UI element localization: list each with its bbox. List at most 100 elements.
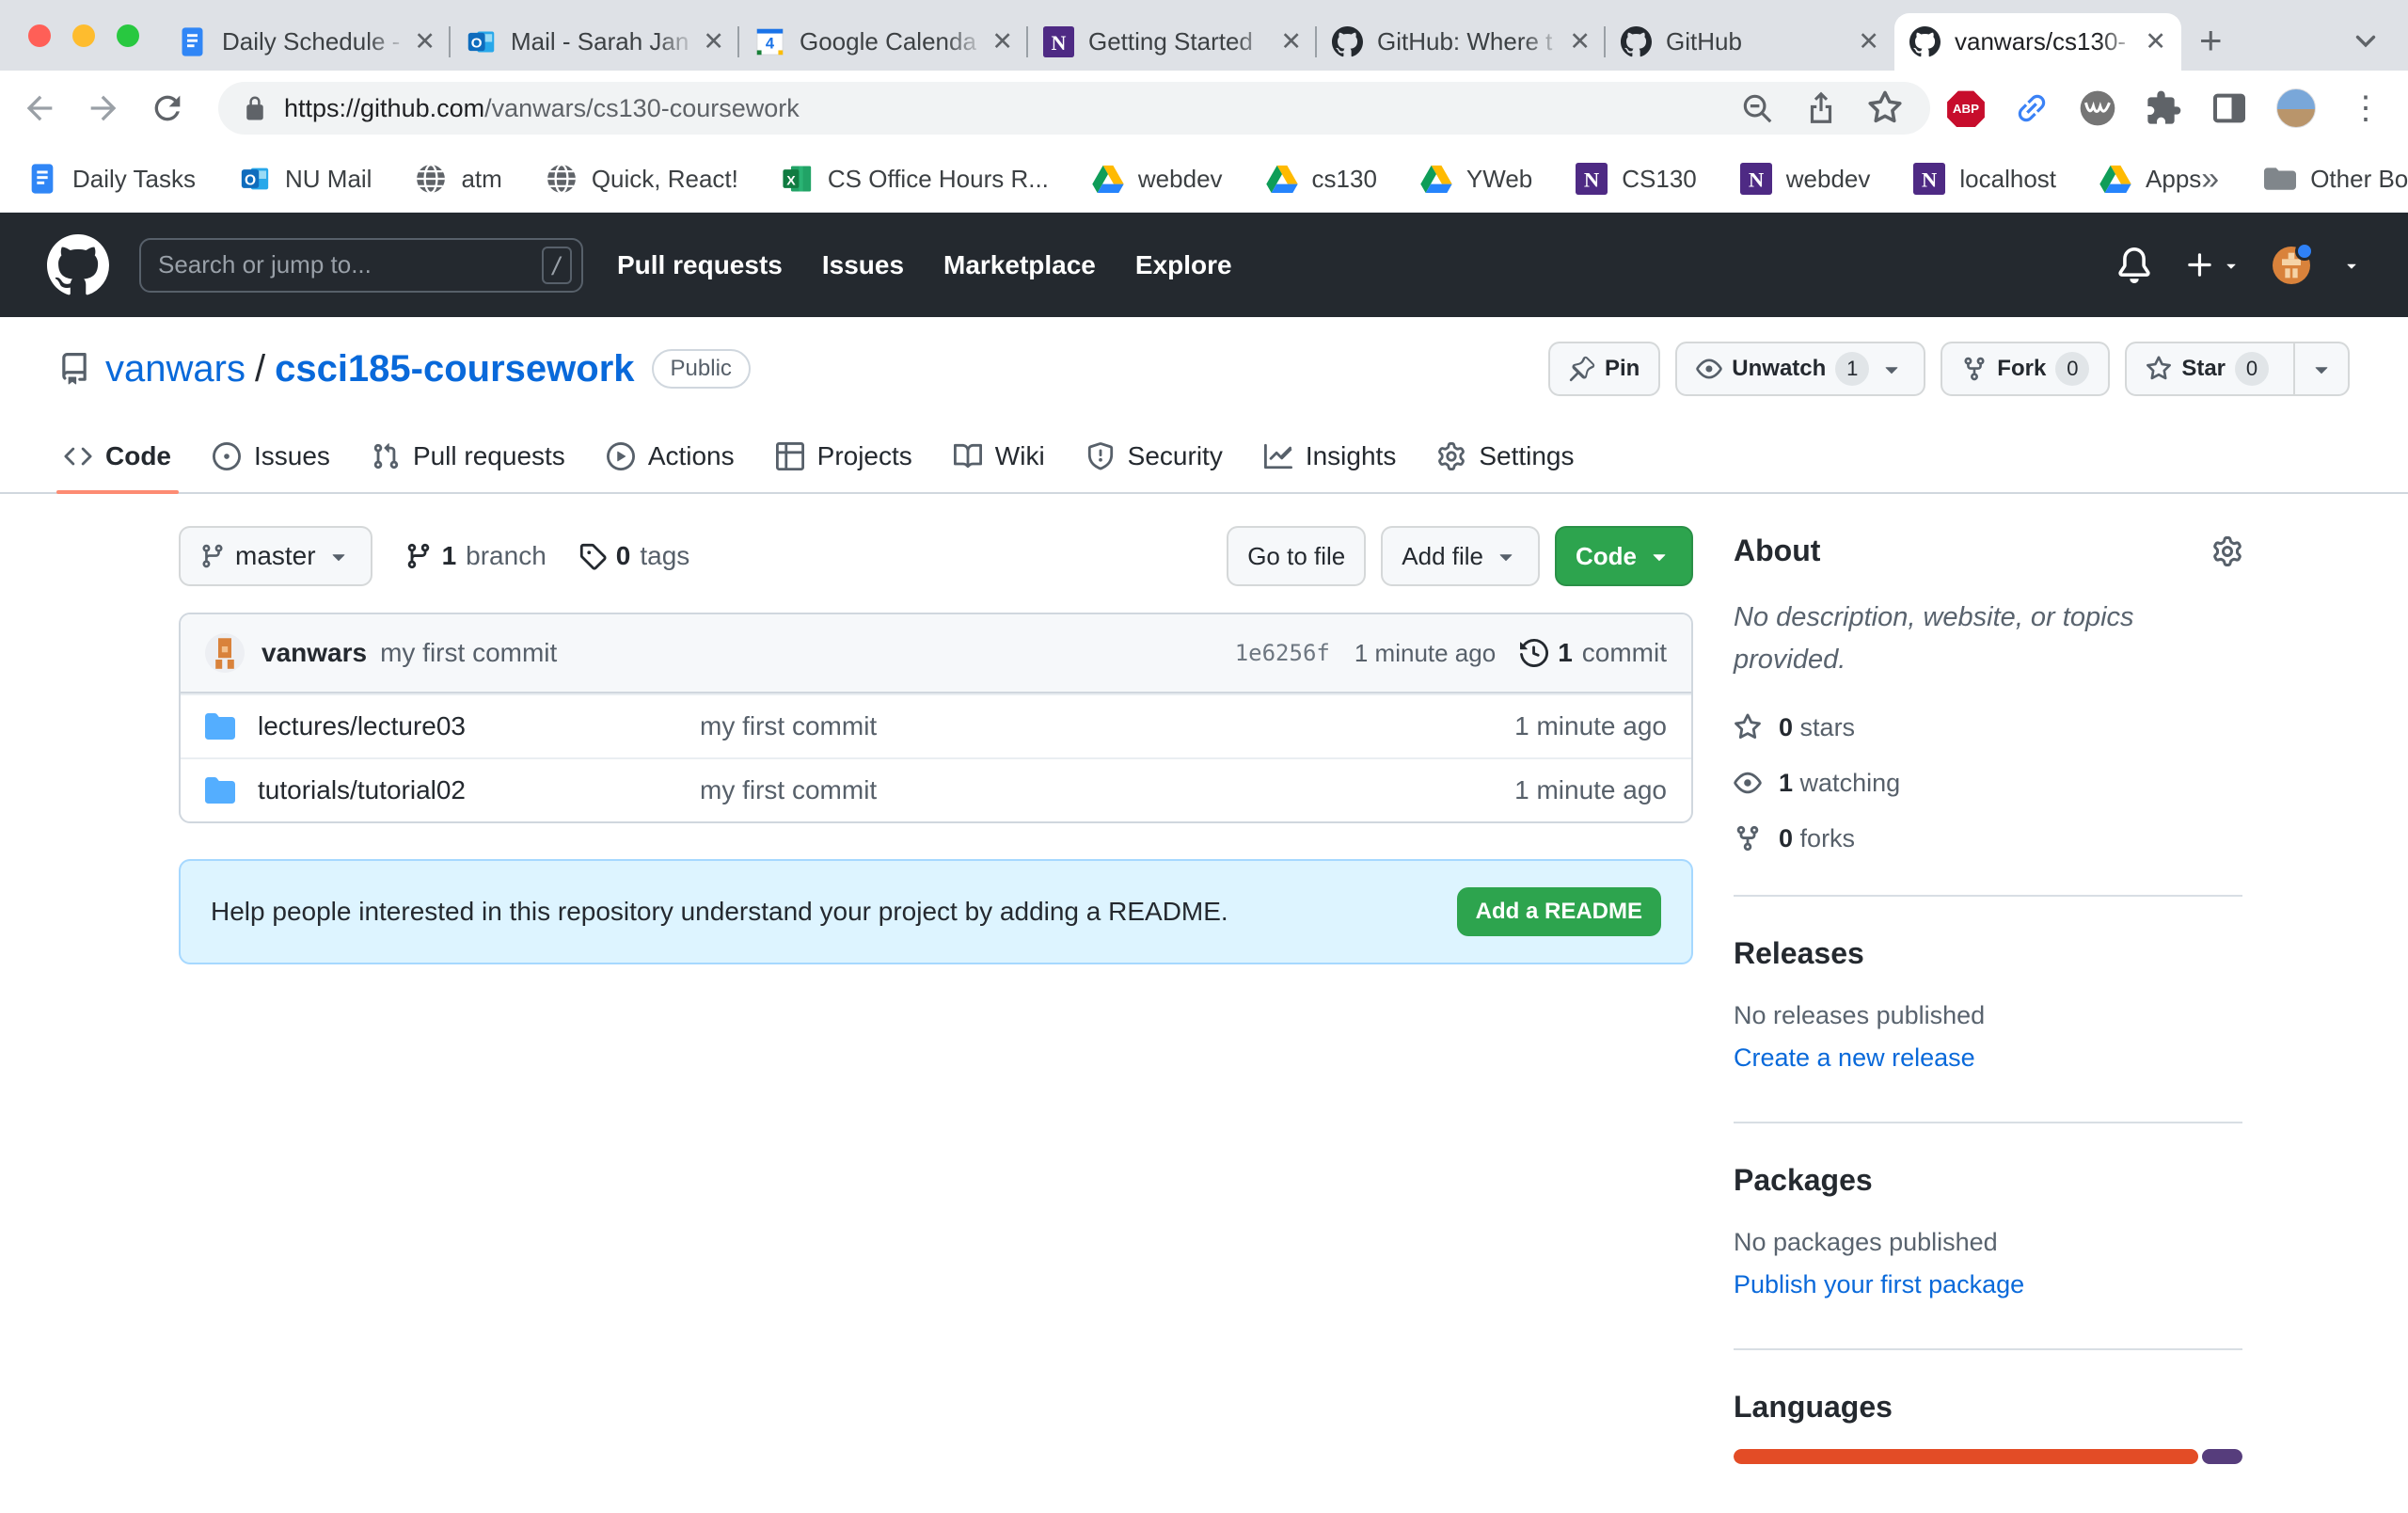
bookmark-quick-react[interactable]: Quick, React! [546,163,738,195]
tab-actions[interactable]: Actions [586,421,755,492]
bookmark-cs-office-hours[interactable]: XCS Office Hours R... [782,163,1049,195]
table-row[interactable]: lectures/lecture03 my first commit 1 min… [181,693,1691,757]
close-tab-icon[interactable]: ✕ [991,27,1013,56]
browser-tab-getting-started[interactable]: N Getting Started ✕ [1028,13,1317,71]
browser-tab-calendar[interactable]: 4 Google Calenda ✕ [739,13,1028,71]
browser-tab-daily-schedule[interactable]: Daily Schedule - ✕ [162,13,451,71]
fork-button[interactable]: Fork 0 [1941,342,2110,396]
minimize-window-button[interactable] [72,24,95,47]
tab-code[interactable]: Code [43,421,192,492]
browser-tab-mail[interactable]: O Mail - Sarah Jan ✕ [451,13,739,71]
commit-sha-link[interactable]: 1e6256f [1235,640,1330,666]
repo-owner-link[interactable]: vanwars [105,348,246,390]
close-tab-icon[interactable]: ✕ [1280,27,1302,56]
bookmark-cs130-drive[interactable]: cs130 [1266,163,1377,195]
bookmark-star-icon[interactable] [1867,90,1903,126]
gear-icon[interactable] [2212,536,2242,566]
add-file-button[interactable]: Add file [1381,526,1540,586]
stars-stat-link[interactable]: 0 stars [1734,713,2242,742]
browser-tab-github[interactable]: GitHub ✕ [1606,13,1894,71]
zoom-out-icon[interactable] [1739,90,1775,126]
notifications-bell-icon[interactable] [2116,247,2152,283]
commit-history-link[interactable]: 1 commit [1520,638,1667,668]
close-tab-icon[interactable]: ✕ [1858,27,1879,56]
nav-pull-requests[interactable]: Pull requests [617,250,783,280]
nav-issues[interactable]: Issues [822,250,904,280]
go-to-file-button[interactable]: Go to file [1227,526,1366,586]
forward-icon[interactable] [85,89,122,127]
link-extension-icon[interactable] [2013,89,2051,127]
github-search-input[interactable]: Search or jump to... / [139,238,583,293]
sidebar-panel-icon[interactable] [2210,89,2248,127]
tab-wiki[interactable]: Wiki [933,421,1066,492]
create-release-link[interactable]: Create a new release [1734,1043,2242,1073]
close-tab-icon[interactable]: ✕ [414,27,436,56]
add-readme-button[interactable]: Add a README [1457,887,1661,936]
create-new-button[interactable] [2184,249,2241,281]
tab-settings[interactable]: Settings [1417,421,1594,492]
tags-link[interactable]: 0 tags [578,541,690,571]
bookmarks-overflow-icon[interactable]: » [2201,161,2242,198]
file-name-link[interactable]: lectures/lecture03 [258,711,700,741]
language-bar[interactable] [1734,1449,2242,1464]
github-profile-avatar[interactable] [2273,247,2310,284]
extensions-puzzle-icon[interactable] [2145,89,2182,127]
tab-projects[interactable]: Projects [755,421,933,492]
close-tab-icon[interactable]: ✕ [1569,27,1591,56]
file-commit-message-link[interactable]: my first commit [700,775,1514,805]
bookmark-webdev-drive[interactable]: webdev [1092,163,1223,195]
commit-author-avatar[interactable] [205,633,245,673]
forks-stat-link[interactable]: 0 forks [1734,824,2242,853]
browser-menu-icon[interactable]: ⋮ [2344,89,2387,127]
unwatch-button[interactable]: Unwatch 1 [1675,342,1925,396]
star-button[interactable]: Star 0 [2125,342,2350,396]
tab-issues[interactable]: Issues [192,421,351,492]
share-icon[interactable] [1803,90,1839,126]
browser-profile-avatar[interactable] [2276,88,2316,128]
bookmark-cs130-nu[interactable]: NCS130 [1576,163,1697,195]
chevron-down-icon[interactable] [2342,256,2361,275]
watching-stat-link[interactable]: 1 watching [1734,769,2242,798]
close-tab-icon[interactable]: ✕ [703,27,724,56]
bookmark-apps[interactable]: Apps [2099,163,2201,195]
bookmark-localhost[interactable]: Nlocalhost [1913,163,2056,195]
commit-message-link[interactable]: my first commit [380,638,557,668]
bookmark-webdev-nu[interactable]: Nwebdev [1740,163,1871,195]
repo-name-link[interactable]: csci185-coursework [275,348,634,390]
other-bookmarks-folder[interactable]: Other Bookmarks [2264,163,2408,195]
bookmark-nu-mail[interactable]: ONU Mail [239,163,372,195]
branch-selector[interactable]: master [179,526,372,586]
new-tab-button[interactable]: + [2199,21,2223,60]
file-name-link[interactable]: tutorials/tutorial02 [258,775,700,805]
wave-extension-icon[interactable] [2079,89,2116,127]
nav-marketplace[interactable]: Marketplace [943,250,1096,280]
tab-insights[interactable]: Insights [1244,421,1418,492]
branches-link[interactable]: 1 branch [404,541,547,571]
nav-explore[interactable]: Explore [1135,250,1232,280]
maximize-window-button[interactable] [117,24,139,47]
url-text[interactable]: https://github.com/vanwars/cs130-coursew… [284,94,1725,123]
close-tab-icon[interactable]: ✕ [2145,27,2166,56]
back-icon[interactable] [21,89,58,127]
commit-author-link[interactable]: vanwars [261,638,367,668]
browser-tab-github-where[interactable]: GitHub: Where t ✕ [1317,13,1606,71]
bookmark-daily-tasks[interactable]: Daily Tasks [26,163,196,195]
code-button[interactable]: Code [1555,526,1693,586]
address-bar[interactable]: https://github.com/vanwars/cs130-coursew… [218,82,1930,135]
file-commit-message-link[interactable]: my first commit [700,711,1514,741]
publish-package-link[interactable]: Publish your first package [1734,1270,2242,1299]
close-window-button[interactable] [28,24,51,47]
table-row[interactable]: tutorials/tutorial02 my first commit 1 m… [181,757,1691,821]
adblock-plus-icon[interactable]: ABP [1947,89,1985,127]
tab-search-chevron-icon[interactable] [2350,24,2382,56]
tab-pull-requests[interactable]: Pull requests [351,421,586,492]
window-controls[interactable] [28,24,139,47]
browser-tab-active-vanwars[interactable]: vanwars/cs130- ✕ [1894,13,2181,71]
pin-button[interactable]: Pin [1548,342,1660,396]
star-dropdown[interactable] [2293,343,2348,394]
tab-security[interactable]: Security [1066,421,1244,492]
bookmark-atm[interactable]: atm [415,163,501,195]
reload-icon[interactable] [149,89,186,127]
github-logo-icon[interactable] [47,234,109,296]
bookmark-yweb[interactable]: YWeb [1420,163,1532,195]
